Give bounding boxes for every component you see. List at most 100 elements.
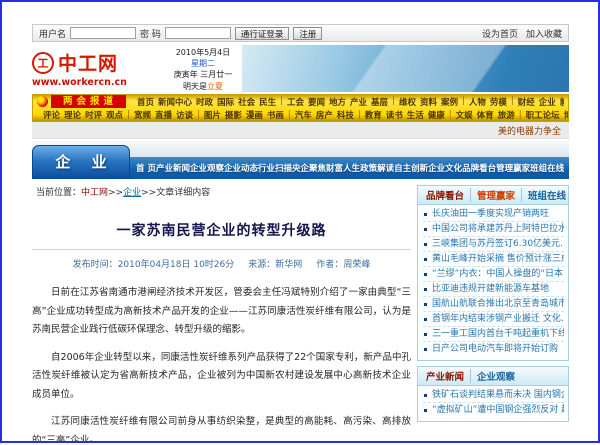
tab-brand-stage[interactable]: 品牌看台 <box>420 188 470 202</box>
nav-link[interactable]: 体育 <box>477 109 494 121</box>
nav-link[interactable]: 评论 <box>43 109 60 121</box>
nav-link[interactable]: 维权 <box>399 96 416 108</box>
nav-link[interactable]: 就业 <box>560 96 564 108</box>
nav-link[interactable]: 新闻中心 <box>158 96 192 108</box>
password-input[interactable] <box>165 27 231 39</box>
gonghui-emblem-icon <box>37 96 48 107</box>
sidebar-news-link[interactable]: 长庆油田一季度实现产销两旺 <box>423 207 564 222</box>
nav-row1-links: 首页新闻中心时政国际社会民生|工会要闻地方产业基层|维权资料案例|人物劳模|财经… <box>137 96 564 108</box>
channel-nav-link[interactable]: 行业扫描 <box>258 162 292 174</box>
nav-link[interactable]: 社会 <box>238 96 255 108</box>
nav-link[interactable]: 国际 <box>217 96 234 108</box>
nav-link[interactable]: 企业 <box>539 96 556 108</box>
sidebar-news-link[interactable]: “兰缪”内衣：中国人操盘的“日本… <box>423 267 564 282</box>
nav-link[interactable]: 时评 <box>85 109 102 121</box>
sidebar-news-link[interactable]: 比亚迪违规开建新能源车基地 <box>423 282 564 297</box>
channel-nav-link[interactable]: 品牌看台 <box>462 162 496 174</box>
nav-link[interactable]: 时政 <box>196 96 213 108</box>
nav-link[interactable]: 直播 <box>155 109 172 121</box>
nav-link[interactable]: 文娱 <box>456 109 473 121</box>
channel-nav-link[interactable]: 班组在线 <box>530 162 564 174</box>
nav-link[interactable]: 书画 <box>267 109 284 121</box>
nav-link[interactable]: 民生 <box>259 96 276 108</box>
separator: | <box>197 110 200 120</box>
site-logo[interactable]: 工 中工网 www.workercn.cn <box>32 45 164 92</box>
sidebar-news-link[interactable]: “虚拟矿山”遭中国钢企强烈反对 趋… <box>423 403 564 418</box>
nav-link[interactable]: 科技 <box>337 109 354 121</box>
breadcrumb-site-link[interactable]: 中工网 <box>81 188 108 198</box>
nav-link[interactable]: 财经 <box>518 96 535 108</box>
sidebar-news-link[interactable]: 首钢年内结束涉钢产业搬迁 文化… <box>423 312 564 327</box>
channel-nav-link[interactable]: 首 页 <box>136 162 156 174</box>
sidebar-news-link[interactable]: 三一重工国内首台千吨起重机下线 <box>423 327 564 342</box>
nav-link[interactable]: 旅游 <box>498 109 515 121</box>
channel-nav-link[interactable]: 央企聚焦 <box>292 162 326 174</box>
sidebar-news-link[interactable]: 中国公司将承建苏丹上阿特巴拉水利… <box>423 222 564 237</box>
article-paragraph: 日前在江苏省南通市港闸经济技术开发区，管委会主任冯斌特别介绍了一家由典型“三高”… <box>32 284 411 340</box>
sidebar-box2-list: 铁矿石谈判结果悬而未决 国内钢企全…“虚拟矿山”遭中国钢企强烈反对 趋… <box>418 386 568 421</box>
nav-link[interactable]: 访谈 <box>176 109 193 121</box>
nav-link[interactable]: 人物 <box>469 96 486 108</box>
nav-link[interactable]: 漫画 <box>246 109 263 121</box>
nav-link[interactable]: 地方 <box>329 96 346 108</box>
nav-link[interactable]: 产业 <box>350 96 367 108</box>
header-banner <box>242 45 569 92</box>
sidebar-news-link[interactable]: 三峡集团与苏丹签订6.30亿美元… <box>423 237 564 252</box>
screenshot-frame: 用户名 密 码 通行证登录 注册 设为首页 加入收藏 工 中工网 www.wor… <box>0 0 600 443</box>
sidebar-box-industry: 产业新闻 企业观察 铁矿石谈判结果悬而未决 国内钢企全…“虚拟矿山”遭中国钢企强… <box>417 366 569 422</box>
lianghui-report-badge[interactable]: 两会报道 <box>51 95 126 108</box>
nav-link[interactable]: 首页 <box>137 96 154 108</box>
nav-link[interactable]: 健康 <box>428 109 445 121</box>
nav-link[interactable]: 宽频 <box>134 109 151 121</box>
nav-link[interactable]: 汽车 <box>295 109 312 121</box>
nav-link[interactable]: 劳模 <box>490 96 507 108</box>
nav-link[interactable]: 资料 <box>420 96 437 108</box>
nav-link[interactable]: 理论 <box>64 109 81 121</box>
nav-link[interactable]: 生活 <box>407 109 424 121</box>
nav-link[interactable]: 工会 <box>287 96 304 108</box>
channel-tab-enterprise[interactable]: 企 业 <box>32 145 130 179</box>
nav-link[interactable]: 读书 <box>386 109 403 121</box>
tab-management[interactable]: 管理赢家 <box>470 188 521 202</box>
nav-link[interactable]: 图片 <box>204 109 221 121</box>
register-button[interactable]: 注册 <box>293 27 322 40</box>
tab-industry-news[interactable]: 产业新闻 <box>420 369 470 383</box>
separator: | <box>519 110 522 120</box>
channel-nav-link[interactable]: 管理赢家 <box>496 162 530 174</box>
nav-link[interactable]: 案例 <box>441 96 458 108</box>
nav-link[interactable]: 教育 <box>365 109 382 121</box>
sidebar-news-link[interactable]: 日产公司电动汽车即将开始订购 <box>423 342 564 357</box>
tab-team-online[interactable]: 班组在线 <box>521 188 572 202</box>
sidebar-box1-list: 长庆油田一季度实现产销两旺中国公司将承建苏丹上阿特巴拉水利…三峡集团与苏丹签订6… <box>418 205 568 360</box>
nav-link[interactable]: 基层 <box>371 96 388 108</box>
add-favorite-link[interactable]: 加入收藏 <box>526 27 562 40</box>
tab-enterprise-watch[interactable]: 企业观察 <box>470 369 521 383</box>
channel-nav-link[interactable]: 自主创新 <box>394 162 428 174</box>
nav-link[interactable]: 要闻 <box>308 96 325 108</box>
nav-link[interactable]: 摄影 <box>225 109 242 121</box>
channel-nav-link[interactable]: 企业文化 <box>428 162 462 174</box>
nav-link[interactable]: 职工论坛 <box>526 109 560 121</box>
nav-link[interactable]: 房产 <box>316 109 333 121</box>
channel-nav-link[interactable]: 企业观察 <box>190 162 224 174</box>
solar-term: 立夏 <box>207 82 223 91</box>
channel-nav-link[interactable]: 企业动态 <box>224 162 258 174</box>
channel-nav-link[interactable]: 财富人生 <box>326 162 360 174</box>
login-button[interactable]: 通行证登录 <box>235 27 290 40</box>
channel-nav-link[interactable]: 政策解读 <box>360 162 394 174</box>
breadcrumb-channel-link[interactable]: 企业 <box>123 188 141 198</box>
breadcrumb-prefix: 当前位置： <box>36 188 81 198</box>
nav-link[interactable]: 博客 <box>564 109 568 121</box>
channel-nav-link[interactable]: 产业新闻 <box>156 162 190 174</box>
sidebar-news-link[interactable]: 铁矿石谈判结果悬而未决 国内钢企全… <box>423 388 564 403</box>
publish-time: 发布时间：2010年04月18日 10时26分 <box>73 257 235 270</box>
news-ticker-text[interactable]: 美的电器力争全 <box>498 124 561 137</box>
nav-link[interactable]: 观点 <box>106 109 123 121</box>
username-input[interactable] <box>70 27 136 39</box>
set-homepage-link[interactable]: 设为首页 <box>482 27 518 40</box>
sidebar-box-brand: 品牌看台 管理赢家 班组在线 长庆油田一季度实现产销两旺中国公司将承建苏丹上阿特… <box>417 185 569 361</box>
article-title: 一家苏南民营企业的转型升级路 <box>32 220 411 240</box>
sidebar-news-link[interactable]: 黄山毛峰开始采摘 售价预计涨三成 <box>423 252 564 267</box>
sidebar-news-link[interactable]: 国航山航联合推出北京至青岛城市快… <box>423 297 564 312</box>
article-source: 来源：新华网 <box>248 257 302 270</box>
